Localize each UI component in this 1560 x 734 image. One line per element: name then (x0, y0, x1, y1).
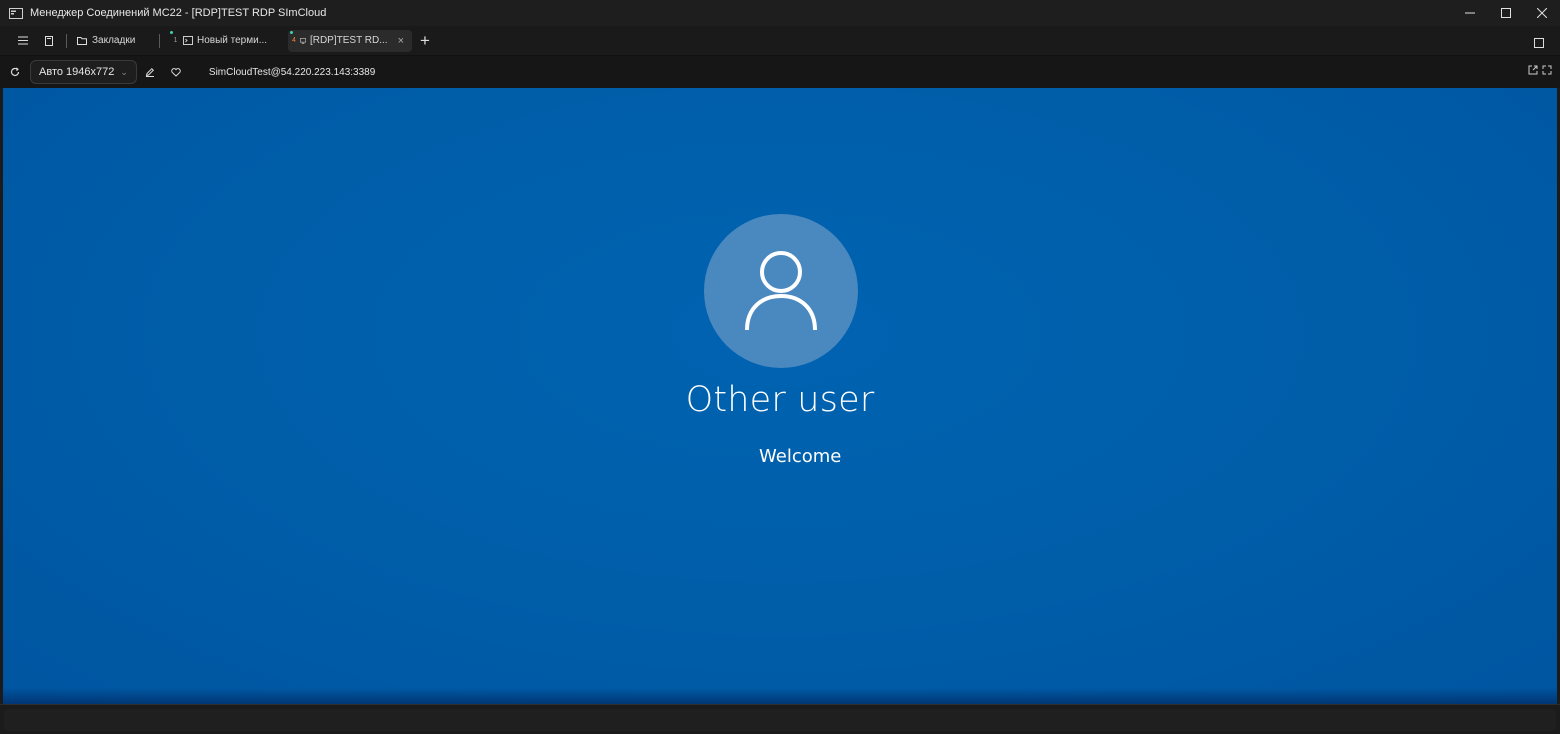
document-icon (45, 35, 53, 46)
hamburger-icon (18, 36, 28, 45)
close-button[interactable] (1524, 0, 1560, 26)
maximize-button[interactable] (1488, 0, 1524, 26)
add-tab-button[interactable]: + (414, 30, 436, 52)
tab-close-button[interactable]: × (398, 35, 404, 47)
monitor-icon (299, 37, 306, 44)
connection-address: SimCloudTest@54.220.223.143:3389 (208, 66, 376, 78)
favorite-button[interactable] (165, 61, 187, 83)
close-icon (1537, 8, 1547, 18)
resolution-value: Авто 1946x772 (39, 66, 115, 78)
tab-label: [RDP]TEST RD... (309, 35, 388, 46)
tab-number: 4 (292, 37, 296, 44)
tab-bar: Закладки 1 Новый терми... 4 [RDP]TEST RD… (0, 26, 1560, 56)
menu-button[interactable] (12, 30, 34, 52)
window-title: Менеджер Соединений MC22 - [RDP]TEST RDP… (30, 7, 327, 19)
refresh-icon (10, 67, 20, 77)
bookmarks-label: Закладки (92, 35, 136, 46)
bottom-shade (3, 688, 1557, 704)
terminal-icon (183, 36, 193, 45)
title-bar: Менеджер Соединений MC22 - [RDP]TEST RDP… (0, 0, 1560, 26)
new-document-button[interactable] (38, 30, 60, 52)
app-icon (8, 7, 24, 19)
square-icon (1534, 38, 1544, 48)
maximize-icon (1501, 8, 1511, 18)
connection-toolbar: Авто 1946x772 ⌄ SimCloudTest@54.220.223.… (0, 56, 1560, 88)
view-controls (1528, 62, 1552, 80)
popout-button[interactable] (1528, 62, 1538, 80)
user-name: Other user (685, 380, 875, 420)
panel-toggle-button[interactable] (1534, 35, 1546, 48)
divider (66, 33, 67, 48)
tab-status-dot (170, 30, 173, 34)
divider (159, 33, 160, 48)
pencil-icon (145, 67, 154, 77)
edit-button[interactable] (139, 61, 161, 83)
minimize-button[interactable] (1452, 0, 1488, 26)
tab-rdp[interactable]: 4 [RDP]TEST RD... × (288, 29, 412, 52)
tab-number: 1 (173, 37, 178, 44)
chevron-down-icon: ⌄ (120, 66, 128, 77)
tab-terminal[interactable]: 1 Новый терми... (168, 30, 288, 52)
fullscreen-icon (1542, 65, 1552, 75)
status-panel (4, 709, 1556, 731)
resolution-select[interactable]: Авто 1946x772 ⌄ (30, 60, 137, 84)
fullscreen-button[interactable] (1542, 62, 1552, 80)
remote-desktop-view[interactable]: Other user Welcome (3, 88, 1557, 704)
folder-icon (77, 36, 87, 45)
window-controls (1452, 0, 1560, 26)
minimize-icon (1465, 12, 1475, 14)
login-status: Welcome (759, 446, 842, 467)
status-bar (0, 704, 1560, 734)
bookmarks-button[interactable]: Закладки (77, 35, 157, 46)
refresh-button[interactable] (4, 61, 26, 83)
avatar (704, 214, 858, 368)
external-link-icon (1528, 65, 1538, 75)
heart-icon (171, 67, 181, 77)
tab-status-dot (290, 30, 293, 34)
tab-label: Новый терми... (197, 35, 268, 46)
user-icon (745, 251, 817, 331)
